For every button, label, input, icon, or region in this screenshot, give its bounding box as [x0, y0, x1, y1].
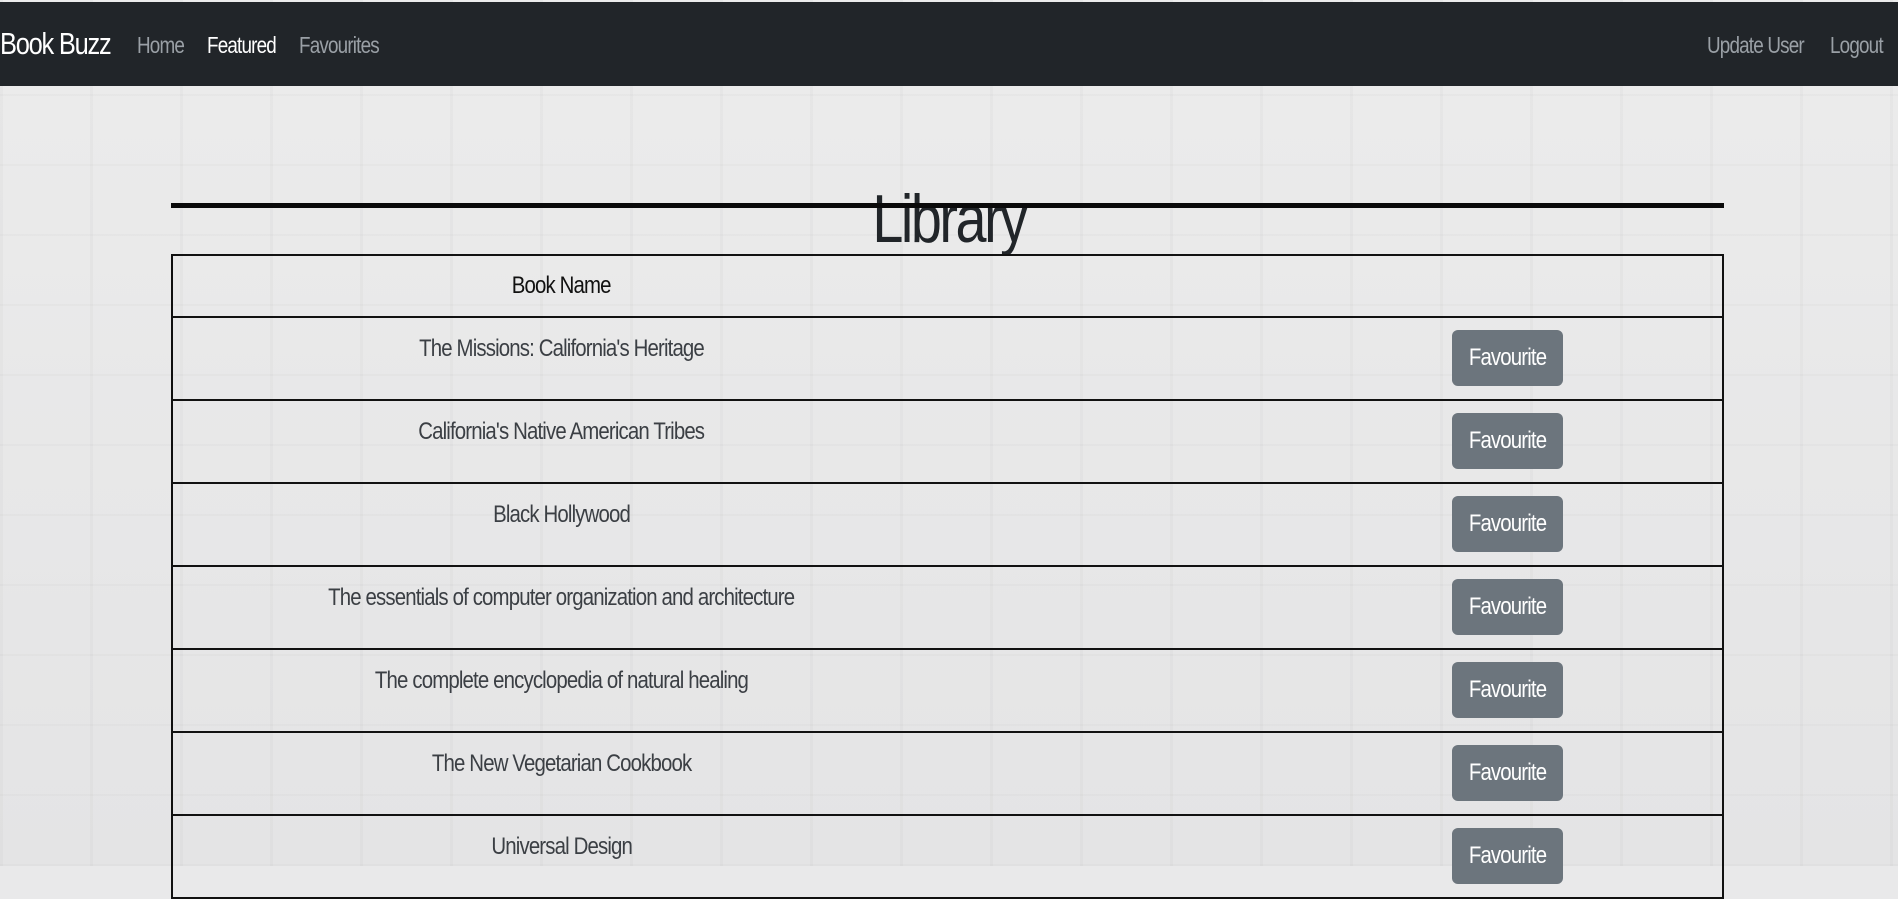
book-name: The essentials of computer organization … — [328, 584, 795, 611]
book-name: Black Hollywood — [493, 501, 631, 528]
favourite-button-label: Favourite — [1468, 344, 1547, 371]
table-row: The New Vegetarian Cookbook Favourite — [172, 731, 1723, 816]
title-divider — [171, 203, 1724, 208]
table-row: Universal Design Favourite — [172, 814, 1723, 899]
favourite-button-label: Favourite — [1468, 676, 1547, 703]
book-name-cell: The Missions: California's Heritage — [172, 316, 950, 401]
nav-home[interactable]: Home — [137, 32, 185, 59]
column-header-book-name: Book Name — [172, 254, 950, 318]
nav-favourites[interactable]: Favourites — [299, 32, 380, 59]
book-name-cell: California's Native American Tribes — [172, 399, 950, 484]
book-name: Universal Design — [491, 833, 632, 860]
book-name-cell: The complete encyclopedia of natural hea… — [172, 648, 950, 733]
action-cell: Favourite — [950, 814, 1723, 899]
book-name-cell: The New Vegetarian Cookbook — [172, 731, 950, 816]
book-name-cell: Black Hollywood — [172, 482, 950, 567]
favourite-button-label: Favourite — [1468, 510, 1547, 537]
top-navbar: Book Buzz Home Featured Favourites Updat… — [0, 2, 1898, 86]
book-name: The New Vegetarian Cookbook — [431, 750, 692, 777]
favourite-button[interactable]: Favourite — [1452, 745, 1563, 801]
book-name-cell: The essentials of computer organization … — [172, 565, 950, 650]
brand-logo[interactable]: Book Buzz — [0, 26, 112, 62]
nav-update-user[interactable]: Update User — [1707, 32, 1805, 59]
table-row: The complete encyclopedia of natural hea… — [172, 648, 1723, 733]
table-row: California's Native American Tribes Favou… — [172, 399, 1723, 484]
favourite-button-label: Favourite — [1468, 842, 1547, 869]
action-cell: Favourite — [950, 731, 1723, 816]
book-name: California's Native American Tribes — [418, 418, 706, 445]
favourite-button[interactable]: Favourite — [1452, 662, 1563, 718]
favourite-button[interactable]: Favourite — [1452, 413, 1563, 469]
action-cell: Favourite — [950, 316, 1723, 401]
page-title: Library — [872, 180, 1028, 257]
book-name: The complete encyclopedia of natural hea… — [374, 667, 749, 694]
table-row: The Missions: California's Heritage Favou… — [172, 316, 1723, 401]
table-row: The essentials of computer organization … — [172, 565, 1723, 650]
favourite-button[interactable]: Favourite — [1452, 330, 1563, 386]
book-name: The Missions: California's Heritage — [419, 335, 705, 362]
favourite-button-label: Favourite — [1468, 427, 1547, 454]
action-cell: Favourite — [950, 565, 1723, 650]
action-cell: Favourite — [950, 482, 1723, 567]
action-cell: Favourite — [950, 399, 1723, 484]
favourite-button[interactable]: Favourite — [1452, 828, 1563, 884]
table-header-row: Book Name — [172, 254, 1723, 318]
column-header-actions — [950, 254, 1723, 318]
library-table-container: Book Name The Missions: California's Her… — [171, 254, 1724, 899]
favourite-button[interactable]: Favourite — [1452, 496, 1563, 552]
favourite-button[interactable]: Favourite — [1452, 579, 1563, 635]
table-row: Black Hollywood Favourite — [172, 482, 1723, 567]
library-table: Book Name The Missions: California's Her… — [171, 254, 1724, 899]
nav-featured[interactable]: Featured — [207, 32, 277, 59]
favourite-button-label: Favourite — [1468, 759, 1547, 786]
nav-logout[interactable]: Logout — [1830, 32, 1884, 59]
book-name-cell: Universal Design — [172, 814, 950, 899]
action-cell: Favourite — [950, 648, 1723, 733]
favourite-button-label: Favourite — [1468, 593, 1547, 620]
